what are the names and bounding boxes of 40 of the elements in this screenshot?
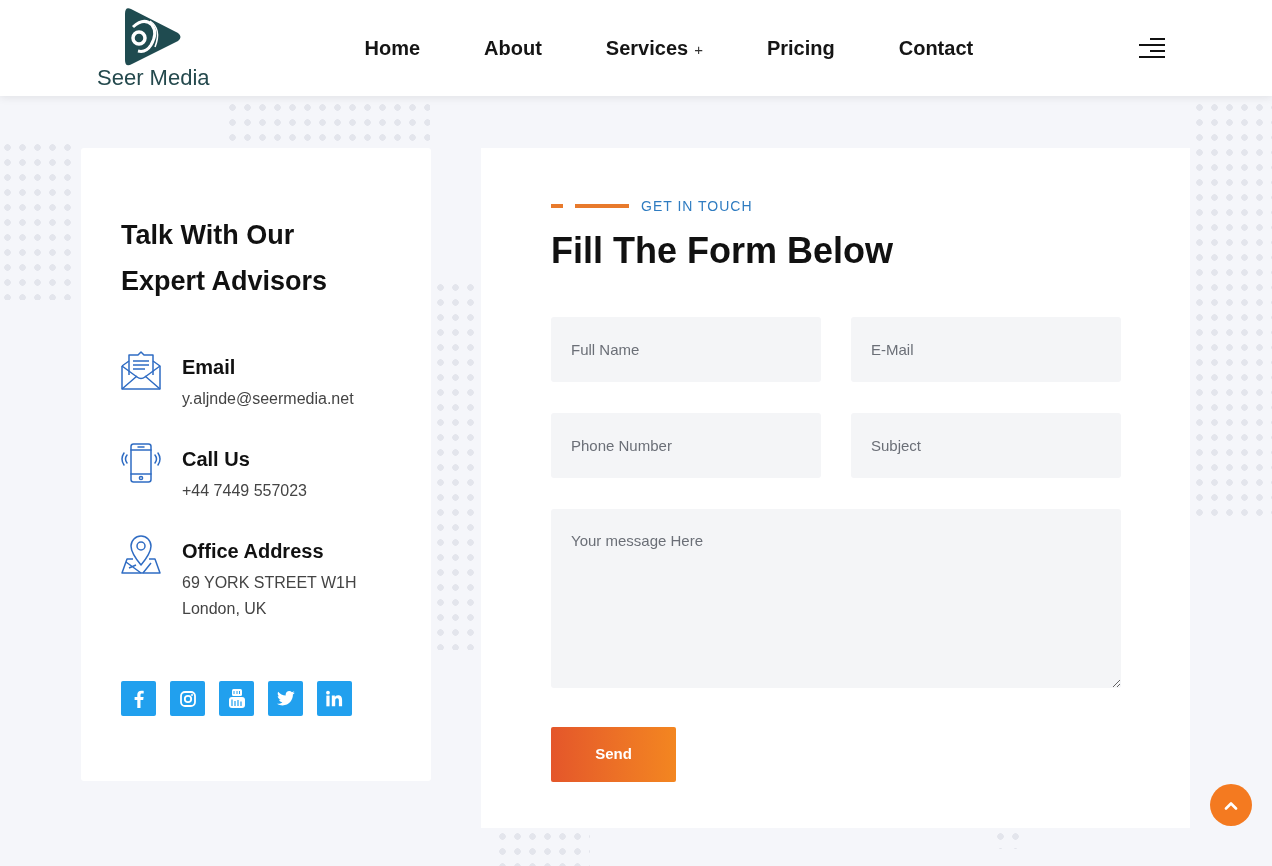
contact-detail: London, UK <box>182 599 268 619</box>
contact-detail: y.aljnde@seermedia.net <box>182 389 354 409</box>
twitter-icon <box>276 691 295 706</box>
twitter-button[interactable] <box>268 681 303 716</box>
dash-accent-icon <box>551 204 629 208</box>
youtube-icon <box>228 689 245 708</box>
form-title: Fill The Form Below <box>551 229 895 273</box>
facebook-icon <box>133 689 144 708</box>
linkedin-icon <box>326 690 343 707</box>
instagram-button[interactable] <box>170 681 205 716</box>
contact-heading: Office Address <box>182 539 325 564</box>
facebook-button[interactable] <box>121 681 156 716</box>
section-eyebrow: GET IN TOUCH <box>641 197 753 216</box>
phone-icon <box>121 443 161 483</box>
input-field[interactable]: Full Name <box>551 317 821 382</box>
panel-title: Talk With Our Expert Advisors <box>121 219 329 298</box>
message-field[interactable]: Your message Here <box>551 509 1121 688</box>
chevron-up-icon <box>1224 800 1238 810</box>
envelope-icon <box>121 351 161 391</box>
contact-detail: 69 YORK STREET W1H <box>182 573 357 593</box>
menu-icon <box>1139 38 1165 58</box>
menu-button[interactable] <box>1139 38 1165 58</box>
input-field[interactable]: Subject <box>851 413 1121 478</box>
map-pin-icon <box>121 535 161 575</box>
linkedin-button[interactable] <box>317 681 352 716</box>
input-field[interactable]: E-Mail <box>851 317 1121 382</box>
logo-icon <box>124 7 183 67</box>
input-field[interactable]: Phone Number <box>551 413 821 478</box>
logo-text: Seer Media <box>97 67 210 89</box>
nav-link[interactable]: Home <box>364 33 421 63</box>
contact-heading: Email <box>182 355 237 380</box>
scroll-top-button[interactable] <box>1210 784 1252 826</box>
contact-heading: Call Us <box>182 447 251 472</box>
nav-link[interactable]: Pricing <box>766 33 835 63</box>
nav-link[interactable]: About <box>484 33 542 63</box>
contact-detail: +44 7449 557023 <box>182 481 307 501</box>
instagram-icon <box>179 690 196 707</box>
nav-link[interactable]: Contact <box>898 33 974 63</box>
nav-link[interactable]: Services + <box>605 33 703 63</box>
youtube-button[interactable] <box>219 681 254 716</box>
